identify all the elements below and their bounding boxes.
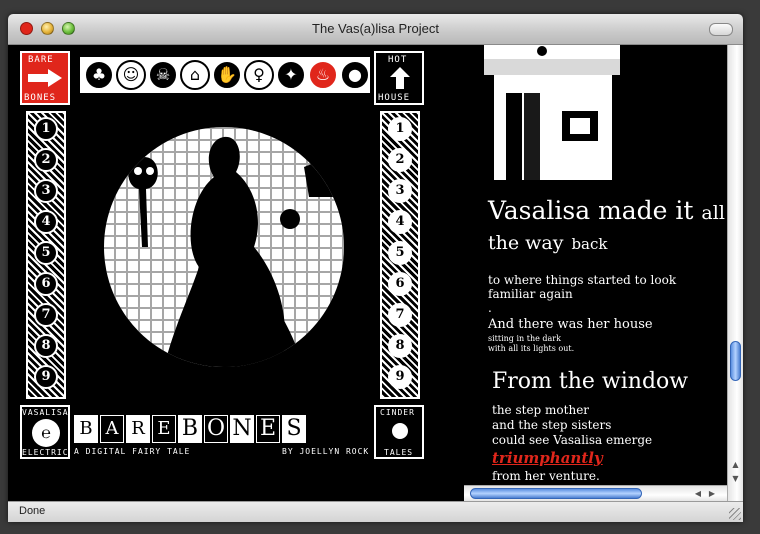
chapter-left-5[interactable]: 5 bbox=[34, 241, 58, 265]
chapter-right-3[interactable]: 3 bbox=[388, 179, 412, 203]
tree-icon[interactable]: ♣ bbox=[84, 60, 114, 90]
chapter-right-6[interactable]: 6 bbox=[388, 272, 412, 296]
hot-house-corner[interactable]: HOT HOUSE bbox=[374, 51, 424, 105]
bare-bones-title: B A R E B O N E S bbox=[74, 411, 370, 447]
horizontal-scrollbar[interactable]: ◀ ▶ bbox=[464, 485, 727, 501]
bare-bones-corner[interactable]: BARE BONES bbox=[20, 51, 70, 105]
hand-icon[interactable]: ✋ bbox=[212, 60, 242, 90]
chapter-right-8[interactable]: 8 bbox=[388, 334, 412, 358]
chapter-left-7[interactable]: 7 bbox=[34, 303, 58, 327]
moon-icon[interactable]: ● bbox=[340, 60, 370, 90]
story-line1-small: all bbox=[701, 202, 725, 224]
chapter-right-7[interactable]: 7 bbox=[388, 303, 412, 327]
scroll-up-arrow-icon[interactable]: ▲ bbox=[730, 459, 741, 471]
story-dot: . bbox=[488, 301, 492, 315]
house-label: HOUSE bbox=[378, 93, 411, 103]
title-letter: E bbox=[152, 415, 176, 443]
story-line: could see Vasalisa emerge bbox=[492, 433, 653, 447]
face-icon[interactable]: ☺ bbox=[116, 60, 146, 90]
ve-monogram-icon: ℮ bbox=[32, 419, 60, 447]
title-letter: S bbox=[282, 415, 306, 443]
horizontal-scroll-thumb[interactable] bbox=[470, 488, 642, 499]
doll-icon[interactable]: ♀ bbox=[244, 60, 274, 90]
house-icon[interactable]: ⌂ bbox=[180, 60, 210, 90]
right-chapter-list: 1 2 3 4 5 6 7 8 9 bbox=[380, 111, 420, 399]
cinder-spiral-icon bbox=[389, 420, 411, 442]
story-line2-small: back bbox=[571, 235, 608, 253]
left-chapter-list: 1 2 3 4 5 6 7 8 9 bbox=[26, 111, 66, 399]
chapter-left-9[interactable]: 9 bbox=[34, 365, 58, 389]
status-text: Done bbox=[19, 505, 46, 517]
title-letter: A bbox=[100, 415, 124, 443]
vertical-scrollbar[interactable]: ▲ ▼ bbox=[727, 45, 743, 501]
story-line1-big: Vasalisa made it bbox=[488, 196, 694, 225]
chapter-right-2[interactable]: 2 bbox=[388, 148, 412, 172]
hot-label: HOT bbox=[388, 55, 408, 65]
vasalisa-silhouette bbox=[128, 136, 334, 367]
cinder-tales-corner[interactable]: CINDER TALES bbox=[374, 405, 424, 459]
tales-label: TALES bbox=[384, 448, 414, 457]
story-para1: to where things started to look familiar… bbox=[488, 273, 677, 301]
story-paragraph-4: the step mother and the step sisters cou… bbox=[492, 403, 652, 448]
vasalisa-electric-corner[interactable]: VASALISA ℮ ELECTRIC bbox=[20, 405, 70, 459]
title-letter: E bbox=[256, 415, 280, 443]
scroll-down-arrow-icon[interactable]: ▼ bbox=[730, 473, 741, 485]
story-para3a: sitting in the dark bbox=[488, 334, 561, 343]
page-content: BARE BONES ♣ ☺ ☠ ⌂ ✋ ♀ ✦ ♨ ● HOT HOUSE 1… bbox=[8, 45, 743, 501]
story-paragraph-2: And there was her house bbox=[488, 317, 653, 332]
vertical-scroll-thumb[interactable] bbox=[730, 341, 741, 381]
chapter-left-2[interactable]: 2 bbox=[34, 148, 58, 172]
bones-label: BONES bbox=[24, 93, 57, 103]
bare-label: BARE bbox=[28, 55, 54, 65]
chapter-left-4[interactable]: 4 bbox=[34, 210, 58, 234]
scroll-right-arrow-icon[interactable]: ▶ bbox=[706, 488, 718, 499]
title-letter: B bbox=[178, 415, 202, 443]
title-bar[interactable]: The Vas(a)lisa Project bbox=[8, 14, 743, 45]
story-line: the step mother bbox=[492, 403, 590, 417]
house-arrow-icon bbox=[390, 67, 410, 89]
chapter-left-3[interactable]: 3 bbox=[34, 179, 58, 203]
window-heading: From the window bbox=[492, 369, 689, 394]
toolbar-toggle-button[interactable] bbox=[709, 23, 733, 36]
skull-icon[interactable]: ☠ bbox=[148, 60, 178, 90]
browser-window: The Vas(a)lisa Project BARE BONES ♣ ☺ ☠ … bbox=[8, 14, 743, 522]
triumphantly-link[interactable]: triumphantly bbox=[492, 449, 603, 467]
story-line: and the step sisters bbox=[492, 418, 612, 432]
story-heading: Vasalisa made it all the way back bbox=[488, 197, 725, 258]
story-para3b: with all its lights out. bbox=[488, 344, 575, 353]
title-letter: O bbox=[204, 415, 228, 443]
story-illustration bbox=[74, 109, 370, 399]
scroll-left-arrow-icon[interactable]: ◀ bbox=[692, 488, 704, 499]
story-ending: from her venture. bbox=[492, 469, 600, 483]
chapter-left-1[interactable]: 1 bbox=[34, 117, 58, 141]
chapter-right-1[interactable]: 1 bbox=[388, 117, 412, 141]
story-navigator: BARE BONES ♣ ☺ ☠ ⌂ ✋ ♀ ✦ ♨ ● HOT HOUSE 1… bbox=[20, 51, 424, 459]
chapter-left-8[interactable]: 8 bbox=[34, 334, 58, 358]
chapter-right-5[interactable]: 5 bbox=[388, 241, 412, 265]
cinder-label: CINDER bbox=[380, 408, 415, 417]
resize-grip-icon[interactable] bbox=[729, 508, 741, 520]
title-letter: N bbox=[230, 415, 254, 443]
house-illustration bbox=[472, 45, 632, 180]
vasalisa-label: VASALISA bbox=[22, 408, 69, 417]
window-title: The Vas(a)lisa Project bbox=[312, 21, 439, 36]
title-letter: B bbox=[74, 415, 98, 443]
story-text-panel: Vasalisa made it all the way back to whe… bbox=[462, 45, 727, 491]
arrow-right-icon bbox=[28, 69, 62, 87]
author-credit: BY JOELLYN ROCK bbox=[282, 447, 370, 456]
chapter-right-9[interactable]: 9 bbox=[388, 365, 412, 389]
status-bar: Done bbox=[8, 501, 743, 522]
flame-icon[interactable]: ♨ bbox=[308, 60, 338, 90]
bird-icon[interactable]: ✦ bbox=[276, 60, 306, 90]
scene-icon-strip: ♣ ☺ ☠ ⌂ ✋ ♀ ✦ ♨ ● bbox=[78, 55, 372, 95]
story-line2-big: the way bbox=[488, 232, 564, 254]
electric-label: ELECTRIC bbox=[22, 448, 69, 457]
moon-circle bbox=[104, 127, 344, 367]
chapter-left-6[interactable]: 6 bbox=[34, 272, 58, 296]
tagline: A DIGITAL FAIRY TALE bbox=[74, 447, 191, 456]
chapter-right-4[interactable]: 4 bbox=[388, 210, 412, 234]
title-letter: R bbox=[126, 415, 150, 443]
story-paragraph-1: to where things started to look familiar… bbox=[488, 273, 718, 315]
story-paragraph-3: sitting in the dark with all its lights … bbox=[488, 334, 574, 354]
